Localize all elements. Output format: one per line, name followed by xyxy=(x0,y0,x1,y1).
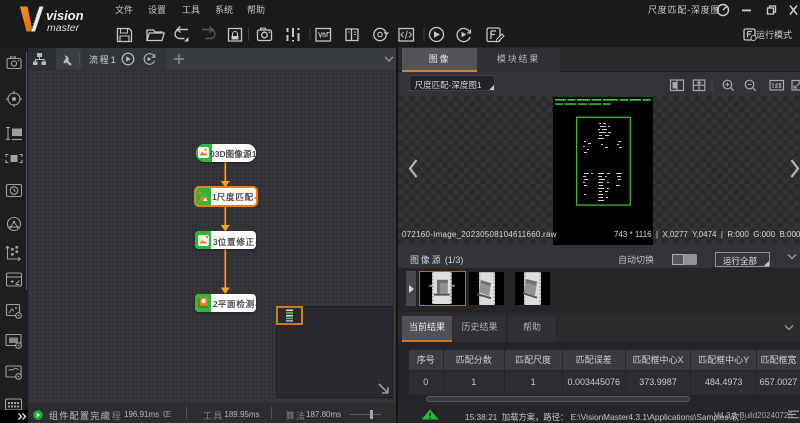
svg-text:master: master xyxy=(47,22,80,34)
svg-text:vision: vision xyxy=(46,8,84,23)
